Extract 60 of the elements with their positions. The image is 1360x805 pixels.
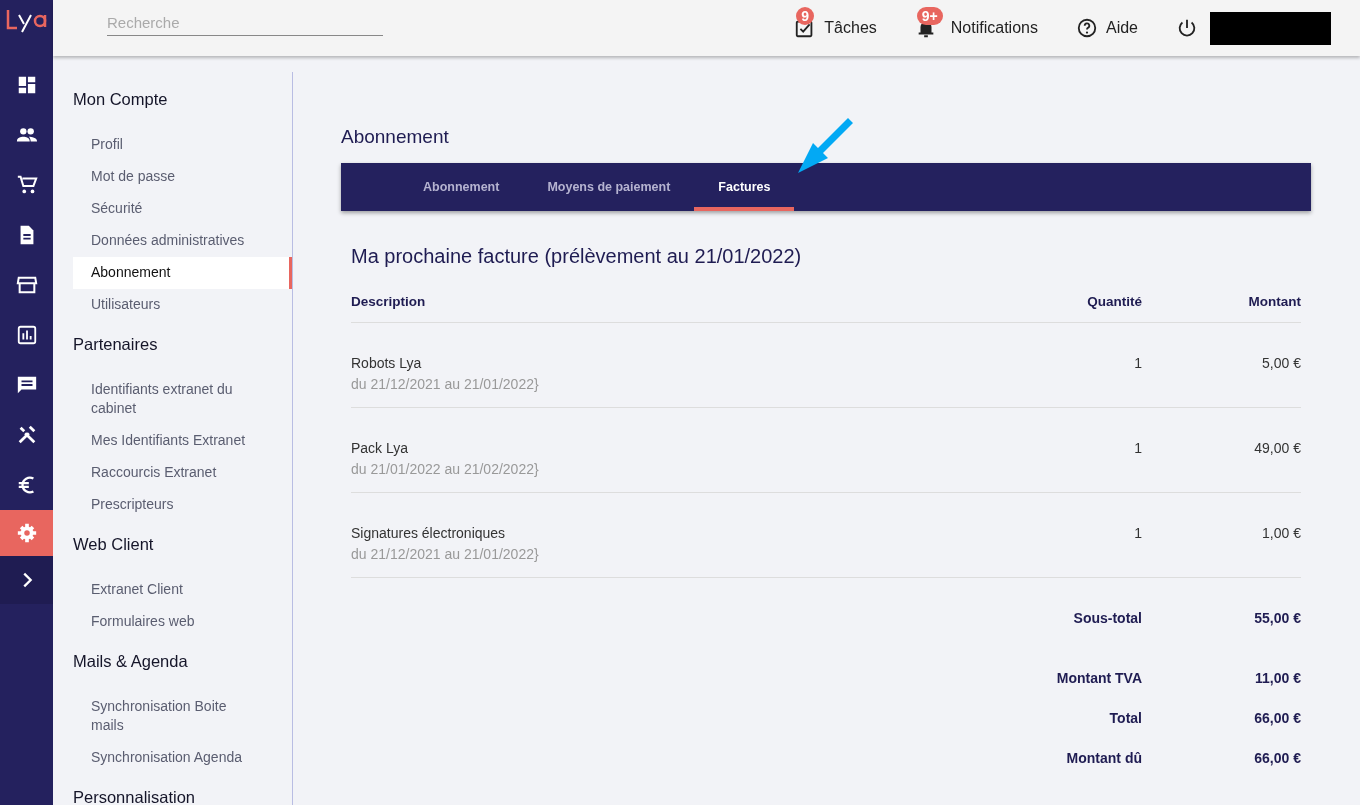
total-value: 66,00 € [1254,710,1301,726]
item-period: du 21/12/2021 au 21/01/2022} [351,375,540,394]
section-heading: Personnalisation [73,788,196,805]
sidebar-item[interactable]: Identifiants extranet du cabinet [73,374,292,425]
page-title: Abonnement [341,126,450,148]
search-field[interactable]: Recherche [107,10,383,36]
total-label: Montant TVA [1056,670,1142,686]
sidebar-item[interactable]: Prescripteurs [73,489,292,521]
count-badge: 9 [796,7,815,25]
tab[interactable]: Abonnement [399,163,524,211]
item-period: du 21/01/2022 au 21/02/2022} [351,460,540,479]
amount-cell: 5,00 € [1262,355,1301,371]
quantity-cell: 1 [1134,440,1142,456]
sidebar-item[interactable]: Synchronisation Agenda [73,742,292,774]
sidebar-item[interactable]: Données administratives [73,225,292,257]
sidebar-item[interactable]: Raccourcis Extranet [73,457,292,489]
item-description: Pack Lya [351,439,410,458]
sidebar-item[interactable]: Formulaires web [73,606,292,638]
column-header: Montant [1247,294,1301,309]
total-label: Montant dû [1066,750,1142,766]
chat-icon [15,374,38,396]
help-icon [1075,17,1098,39]
tab[interactable]: Moyens de paiement [523,163,695,211]
section-heading: Partenaires [73,335,159,354]
sidebar-item[interactable]: Extranet Client [73,574,292,606]
amount-cell: 49,00 € [1254,440,1301,456]
sidebar-item[interactable]: Mot de passe [73,161,292,193]
amount-cell: 1,00 € [1262,525,1301,541]
column-header: Quantité [1086,294,1142,309]
sidebar-item[interactable]: Profil [73,129,292,161]
count-badge: 9+ [916,7,943,25]
total-value: 11,00 € [1255,670,1301,686]
section-heading: Mails & Agenda [73,652,189,671]
item-description: Robots Lya [351,354,423,373]
section-heading: Mon Compte [73,90,169,109]
section-heading: Web Client [73,535,155,554]
header-link[interactable]: Notifications [950,19,1038,37]
item-description: Signatures électroniques [351,524,507,543]
total-label: Total [1109,710,1142,726]
settings-icon [15,522,38,544]
tab[interactable]: Factures [694,163,795,211]
bar-chart-icon [15,324,38,346]
quantity-cell: 1 [1134,355,1142,371]
quantity-cell: 1 [1134,525,1142,541]
header-link[interactable]: Aide [1105,19,1138,37]
item-period: du 21/12/2021 au 21/01/2022} [351,545,540,564]
total-label: Sous-total [1073,610,1142,626]
sidebar-item[interactable]: Abonnement [73,257,292,289]
power-icon[interactable] [1176,17,1198,39]
invoice-heading: Ma prochaine facture (prélèvement au 21/01/2022) [351,245,803,268]
header-link[interactable]: Tâches [824,19,877,37]
cart-icon [15,174,38,196]
sidebar-item[interactable]: Utilisateurs [73,289,292,321]
sidebar-item[interactable]: Mes Identifiants Extranet [73,425,292,457]
total-value: 55,00 € [1254,610,1301,626]
column-header: Description [351,294,427,309]
sidebar-item[interactable]: Sécurité [73,193,292,225]
store-icon [15,274,38,296]
total-value: 66,00 € [1254,750,1301,766]
sidebar-item[interactable]: Synchronisation Boite mails [73,691,292,742]
